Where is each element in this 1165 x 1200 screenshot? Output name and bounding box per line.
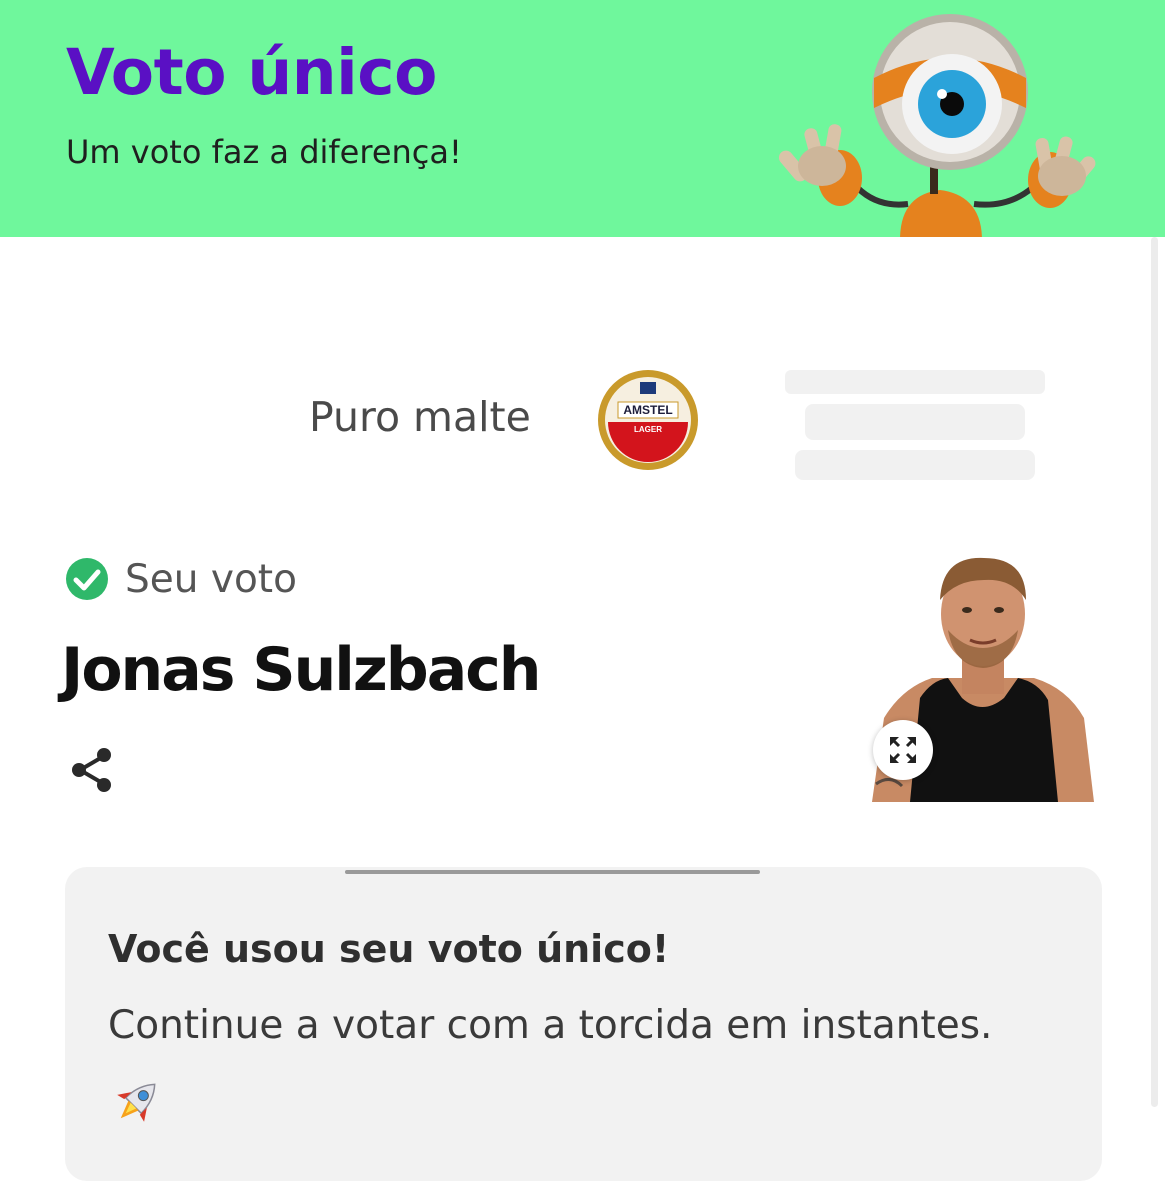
amstel-logo-text: AMSTEL: [623, 403, 672, 417]
amstel-logo-icon: AMSTEL LAGER: [598, 370, 698, 470]
sponsor-tagline: Puro malte: [309, 393, 531, 441]
header-banner: Voto único Um voto faz a diferença!: [0, 0, 1165, 237]
rocket-icon: [117, 1083, 156, 1122]
info-card-title: Você usou seu voto único!: [108, 927, 670, 971]
expand-photo-button[interactable]: [873, 720, 933, 780]
drag-handle[interactable]: [345, 870, 760, 874]
check-circle-icon: [66, 558, 108, 600]
scrollbar[interactable]: [1151, 237, 1158, 1107]
page-subtitle: Um voto faz a diferença!: [66, 133, 462, 171]
info-card-message: Continue a votar com a torcida em instan…: [108, 1003, 993, 1048]
expand-icon: [890, 737, 916, 763]
faded-watermark-logo: [785, 370, 1045, 480]
candidate-name: Jonas Sulzbach: [61, 635, 541, 705]
amstel-logo-subtext: LAGER: [634, 425, 662, 434]
page-title: Voto único: [66, 36, 437, 109]
eye-mascot-icon: [778, 14, 1096, 237]
info-card: Você usou seu voto único! Continue a vot…: [65, 867, 1102, 1181]
share-icon[interactable]: [66, 744, 118, 796]
your-vote-label: Seu voto: [125, 557, 297, 602]
